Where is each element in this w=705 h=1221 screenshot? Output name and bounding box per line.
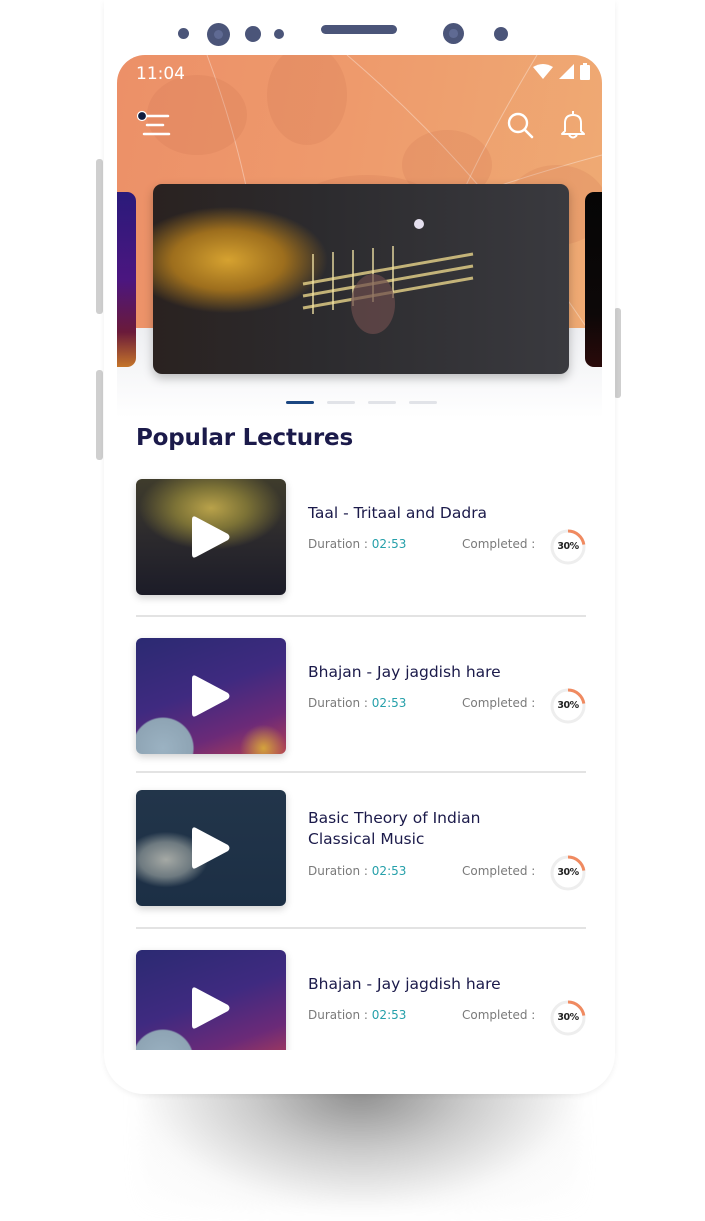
carousel-dot-4[interactable]	[409, 401, 437, 404]
duration-value: 02:53	[371, 864, 407, 878]
progress-percent: 30%	[557, 541, 579, 552]
duration-value: 02:53	[371, 537, 407, 551]
play-icon	[192, 987, 230, 1029]
menu-icon	[136, 110, 171, 136]
sensor-dot	[245, 26, 261, 42]
app-bar	[117, 105, 602, 145]
sensor-dot	[274, 29, 284, 39]
carousel-slide-active[interactable]	[153, 184, 569, 374]
lecture-duration: Duration : 02:53	[308, 696, 406, 710]
power-button	[614, 308, 621, 398]
divider	[136, 927, 586, 929]
search-button[interactable]	[505, 110, 535, 140]
lecture-title: Bhajan - Jay jagdish hare	[308, 975, 501, 993]
volume-up-button	[96, 159, 103, 314]
carousel-slide-prev[interactable]	[117, 192, 136, 367]
front-camera	[207, 23, 230, 46]
progress-percent: 30%	[557, 867, 579, 878]
completed-label: Completed :	[462, 696, 536, 710]
progress-percent: 30%	[557, 1012, 579, 1023]
completed-label: Completed :	[462, 1008, 536, 1022]
earpiece-speaker	[321, 25, 397, 34]
bell-icon	[561, 111, 585, 139]
sensor-dot	[178, 28, 189, 39]
lecture-title: Taal - Tritaal and Dadra	[308, 504, 488, 522]
proximity-sensor	[443, 23, 464, 44]
lecture-thumbnail[interactable]	[136, 479, 286, 595]
carousel-dot-2[interactable]	[327, 401, 355, 404]
lecture-thumbnail[interactable]	[136, 950, 286, 1050]
carousel-indicator	[286, 401, 437, 404]
volume-down-button	[96, 370, 103, 460]
completed-label: Completed :	[462, 537, 536, 551]
section-title: Popular Lectures	[136, 425, 353, 451]
duration-label: Duration :	[308, 696, 372, 710]
notifications-button[interactable]	[558, 108, 588, 140]
lecture-thumbnail[interactable]	[136, 790, 286, 906]
cellular-signal-icon	[559, 64, 574, 79]
lecture-title: Basic Theory of Indian Classical Music	[308, 809, 481, 848]
play-icon	[192, 516, 230, 558]
wifi-icon	[533, 64, 553, 79]
duration-label: Duration :	[308, 537, 372, 551]
lecture-duration: Duration : 02:53	[308, 537, 406, 551]
divider	[136, 615, 586, 617]
divider	[136, 771, 586, 773]
status-bar: 11:04	[117, 55, 602, 93]
duration-value: 02:53	[371, 1008, 407, 1022]
play-icon	[192, 827, 230, 869]
search-icon	[507, 112, 534, 139]
lecture-title: Bhajan - Jay jagdish hare	[308, 663, 501, 681]
app-screen: 11:04 Popular Lectures Taal - Tritaal an…	[117, 55, 602, 1050]
carousel-dot-1[interactable]	[286, 401, 314, 404]
duration-label: Duration :	[308, 1008, 372, 1022]
completed-label: Completed :	[462, 864, 536, 878]
lecture-duration: Duration : 02:53	[308, 864, 406, 878]
clock: 11:04	[136, 64, 185, 84]
menu-button[interactable]	[135, 110, 171, 140]
carousel-dot-3[interactable]	[368, 401, 396, 404]
guitar-photo	[302, 219, 474, 334]
progress-percent: 30%	[557, 700, 579, 711]
carousel-slide-next[interactable]	[585, 192, 602, 367]
battery-icon	[580, 63, 590, 80]
lecture-thumbnail[interactable]	[136, 638, 286, 754]
duration-label: Duration :	[308, 864, 372, 878]
play-icon	[192, 675, 230, 717]
lecture-duration: Duration : 02:53	[308, 1008, 406, 1022]
sensor-dot	[494, 27, 508, 41]
duration-value: 02:53	[371, 696, 407, 710]
